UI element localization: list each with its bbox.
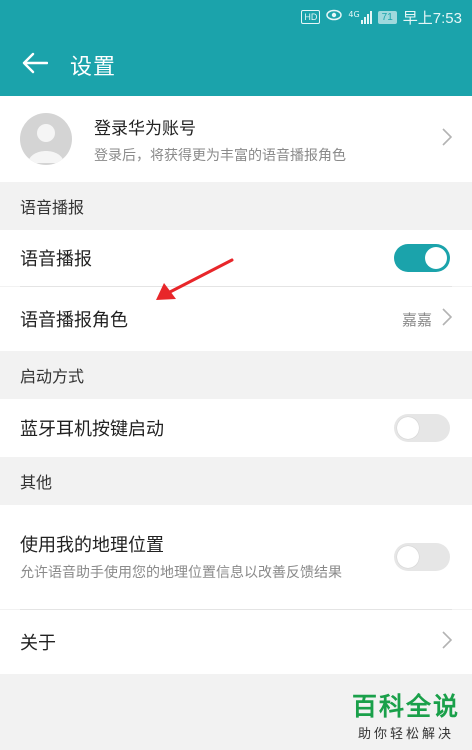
section-header-voice: 语音播报	[0, 182, 472, 230]
location-toggle[interactable]	[394, 543, 450, 571]
avatar	[20, 113, 72, 165]
arrow-left-icon	[22, 52, 49, 78]
watermark-subtitle: 助你轻松解决	[357, 727, 454, 742]
bluetooth-headset-row: 蓝牙耳机按键启动	[0, 399, 472, 457]
chevron-right-icon	[442, 128, 453, 150]
network-type: 4G	[348, 10, 360, 19]
about-row[interactable]: 关于	[0, 610, 472, 674]
chevron-right-icon	[442, 308, 453, 330]
status-time: 早上7:53	[402, 9, 462, 27]
section-header-other: 其他	[0, 457, 472, 505]
eye-icon	[326, 9, 343, 25]
watermark-title: 百科全说	[351, 692, 460, 721]
section-header-startup: 启动方式	[0, 351, 472, 399]
page-title: 设置	[70, 55, 117, 80]
chevron-right-icon	[442, 631, 453, 653]
signal-icon: 4G	[348, 10, 372, 24]
voice-role-label: 语音播报角色	[20, 310, 128, 331]
hd-badge: HD	[301, 10, 321, 24]
account-title: 登录华为账号	[94, 118, 196, 139]
location-row: 使用我的地理位置 允许语音助手使用您的地理位置信息以改善反馈结果	[0, 505, 472, 609]
bluetooth-headset-toggle[interactable]	[394, 414, 450, 442]
location-description: 允许语音助手使用您的地理位置信息以改善反馈结果	[20, 565, 342, 581]
toolbar: 设置	[0, 34, 472, 96]
account-subtitle: 登录后，将获得更为丰富的语音播报角色	[94, 147, 346, 164]
huawei-account-row[interactable]: 登录华为账号 登录后，将获得更为丰富的语音播报角色	[0, 96, 472, 182]
location-label: 使用我的地理位置	[20, 535, 164, 556]
user-placeholder-icon	[28, 124, 64, 163]
watermark-logo: 百科全说 助你轻松解决	[350, 687, 462, 742]
status-bar: HD 4G 71 早上7:53	[0, 0, 472, 34]
voice-broadcast-toggle[interactable]	[394, 244, 450, 272]
voice-broadcast-label: 语音播报	[20, 249, 92, 270]
bluetooth-headset-label: 蓝牙耳机按键启动	[20, 419, 164, 440]
back-button[interactable]	[0, 34, 70, 96]
annotation-arrow-icon	[156, 258, 234, 300]
battery-level: 71	[377, 10, 397, 24]
about-label: 关于	[20, 633, 56, 654]
voice-role-value: 嘉嘉	[401, 310, 432, 329]
